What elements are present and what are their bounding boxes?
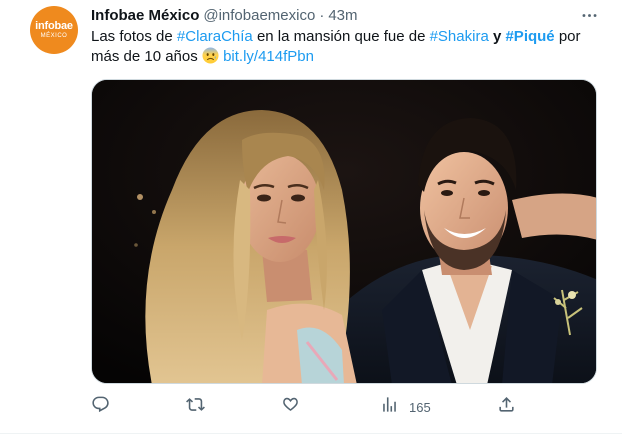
- views-button[interactable]: 165: [380, 394, 431, 420]
- like-icon: [281, 395, 300, 419]
- retweet-button[interactable]: [186, 394, 205, 420]
- anxious-face-emoji: [202, 47, 219, 64]
- views-count: 165: [409, 399, 431, 415]
- reply-icon: [91, 395, 110, 419]
- tweet-divider: [0, 433, 622, 434]
- tweet-header: Infobae México @infobaemexico · 43m: [91, 5, 358, 25]
- hashtag-clarachia[interactable]: #ClaraChía: [177, 28, 253, 45]
- tweet-photo[interactable]: [91, 79, 597, 384]
- hashtag-pique[interactable]: #Piqué: [505, 28, 554, 45]
- author-name[interactable]: Infobae México: [91, 7, 199, 24]
- retweet-icon: [186, 395, 205, 419]
- tweet-text-part: Las fotos de: [91, 28, 177, 45]
- more-icon[interactable]: [578, 4, 600, 26]
- share-icon: [497, 395, 516, 419]
- tweet[interactable]: infobae MÉXICO Infobae México @infobaeme…: [0, 0, 622, 437]
- hashtag-shakira[interactable]: #Shakira: [430, 28, 489, 45]
- avatar-sub: MÉXICO: [40, 33, 68, 39]
- avatar-brand: infobae: [35, 20, 73, 32]
- tweet-actions: 165: [91, 394, 521, 420]
- views-icon: [380, 395, 399, 419]
- avatar[interactable]: infobae MÉXICO: [30, 6, 78, 54]
- separator-dot: ·: [319, 6, 325, 24]
- reply-button[interactable]: [91, 394, 110, 420]
- tweet-text: Las fotos de #ClaraChía en la mansión qu…: [91, 27, 606, 67]
- tweet-text-part: en la mansión que fue de: [252, 28, 430, 45]
- tweet-time[interactable]: 43m: [328, 7, 357, 24]
- photo-couple-illustration: [92, 80, 596, 383]
- author-handle[interactable]: @infobaemexico: [203, 7, 315, 24]
- like-button[interactable]: [281, 394, 300, 420]
- tweet-link[interactable]: bit.ly/414fPbn: [223, 48, 314, 65]
- tweet-text-part: y: [488, 28, 506, 45]
- share-button[interactable]: [497, 394, 516, 420]
